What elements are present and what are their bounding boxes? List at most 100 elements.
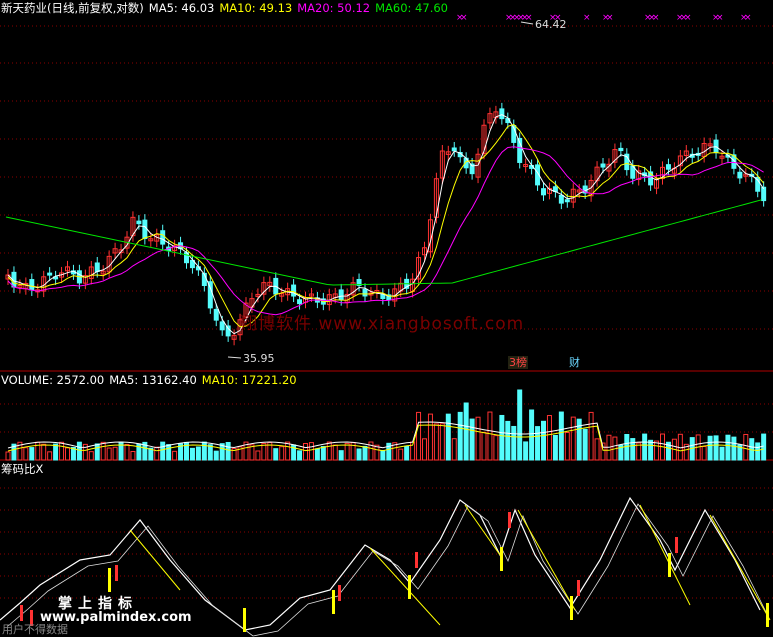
ma10-value: MA10: 49.13 — [219, 1, 293, 15]
volume-bar — [160, 441, 166, 461]
event-tag-2[interactable]: 财 — [568, 356, 581, 369]
volume-bar — [654, 440, 660, 461]
candle-body — [564, 199, 570, 203]
volume-bar — [529, 409, 535, 461]
signal-bar — [332, 590, 335, 614]
volume-bar — [332, 444, 338, 461]
trend-line — [709, 514, 771, 621]
volume-bar — [439, 423, 445, 461]
volume-bar — [279, 446, 285, 461]
volume-bar — [201, 441, 207, 461]
cross-mark: × — [744, 13, 752, 23]
candle-body — [541, 188, 546, 196]
volume-bar — [195, 446, 201, 461]
signal-bar — [675, 537, 678, 553]
volume-bar — [725, 434, 731, 461]
volume-bar — [546, 415, 552, 461]
volume-bar — [297, 450, 303, 461]
signal-bar — [508, 512, 511, 528]
volume-bar — [707, 435, 713, 461]
candle-body — [142, 219, 148, 240]
volume-bar — [427, 413, 433, 461]
volume-bar — [457, 411, 463, 461]
volume-bar — [594, 438, 600, 461]
signal-bar — [115, 565, 118, 581]
volume-bar — [213, 450, 219, 461]
volume-bar — [320, 446, 326, 461]
volume-bar — [481, 431, 487, 461]
trend-line — [464, 504, 501, 556]
candle-body — [761, 186, 767, 202]
volume-bar — [314, 448, 320, 461]
low-marker-line — [227, 356, 242, 359]
volume-bar — [255, 450, 261, 461]
volume-bar — [88, 451, 94, 461]
volume-bar — [499, 414, 505, 461]
cross-mark: × — [583, 13, 591, 23]
volume-bar — [719, 446, 725, 461]
volume-bar — [130, 450, 136, 461]
volume-ma5-value: MA5: 13162.40 — [109, 373, 197, 387]
candle-body — [600, 163, 606, 168]
volume-bar — [469, 418, 475, 461]
candle-body — [451, 147, 457, 152]
volume-bar — [308, 442, 314, 461]
ma20-value: MA20: 50.12 — [297, 1, 371, 15]
watermark: 翔博软件 www.xiangbosoft.com — [240, 314, 525, 334]
signal-bar — [668, 553, 671, 577]
volume-bar — [261, 443, 267, 461]
signal-bar — [577, 580, 580, 596]
cross-mark: × — [606, 13, 614, 23]
ma60-line — [5, 199, 762, 286]
volume-bar — [451, 438, 457, 461]
volume-bar — [172, 450, 178, 461]
trend-line — [369, 547, 441, 626]
volume-bar — [588, 411, 594, 461]
candle-body — [665, 164, 671, 170]
volume-bar — [41, 443, 47, 461]
volume-bar — [23, 447, 29, 461]
volume-bar — [29, 447, 35, 461]
volume-bar — [225, 441, 231, 461]
volume-bar — [362, 445, 368, 461]
volume-header: VOLUME: 2572.00 MA5: 13162.40 MA10: 17221.… — [1, 373, 302, 387]
volume-bar — [356, 448, 362, 461]
price-header: 新天药业(日线,前复权,对数) MA5: 46.03 MA10: 49.13 MA20… — [1, 1, 453, 15]
signal-bar — [20, 605, 23, 621]
volume-value: VOLUME: 2572.00 — [1, 373, 105, 387]
volume-bar — [344, 442, 350, 461]
volume-bar — [713, 435, 719, 461]
volume-bar — [582, 428, 588, 461]
trend-line — [517, 509, 576, 611]
volume-bar — [743, 433, 749, 461]
trend-line — [129, 529, 181, 591]
volume-bar — [380, 449, 386, 461]
volume-bar — [570, 416, 576, 461]
volume-bar — [59, 441, 65, 461]
volume-bar — [100, 441, 106, 461]
volume-bar — [558, 411, 564, 461]
candle-body — [291, 284, 297, 297]
volume-bar — [94, 443, 100, 461]
volume-bar — [189, 447, 195, 461]
candle-body — [338, 289, 344, 301]
volume-bar — [166, 444, 172, 461]
candle-body — [160, 230, 166, 245]
candle-body — [29, 279, 35, 291]
event-tag-1[interactable]: 3榜 — [508, 356, 528, 369]
stock-title: 新天药业(日线,前复权,对数) — [1, 1, 144, 15]
cross-mark: × — [525, 13, 533, 23]
volume-bar — [5, 451, 11, 461]
volume-bar — [207, 444, 213, 461]
volume-bar — [523, 441, 529, 461]
volume-bar — [475, 416, 481, 461]
volume-bar — [511, 425, 517, 461]
candle-body — [219, 321, 225, 331]
volume-bar — [326, 441, 332, 461]
volume-bar — [642, 433, 648, 461]
volume-bar — [541, 420, 546, 461]
volume-bar — [112, 446, 118, 461]
candle-body — [618, 147, 624, 152]
volume-bar — [701, 446, 707, 461]
candle-body — [297, 299, 303, 305]
